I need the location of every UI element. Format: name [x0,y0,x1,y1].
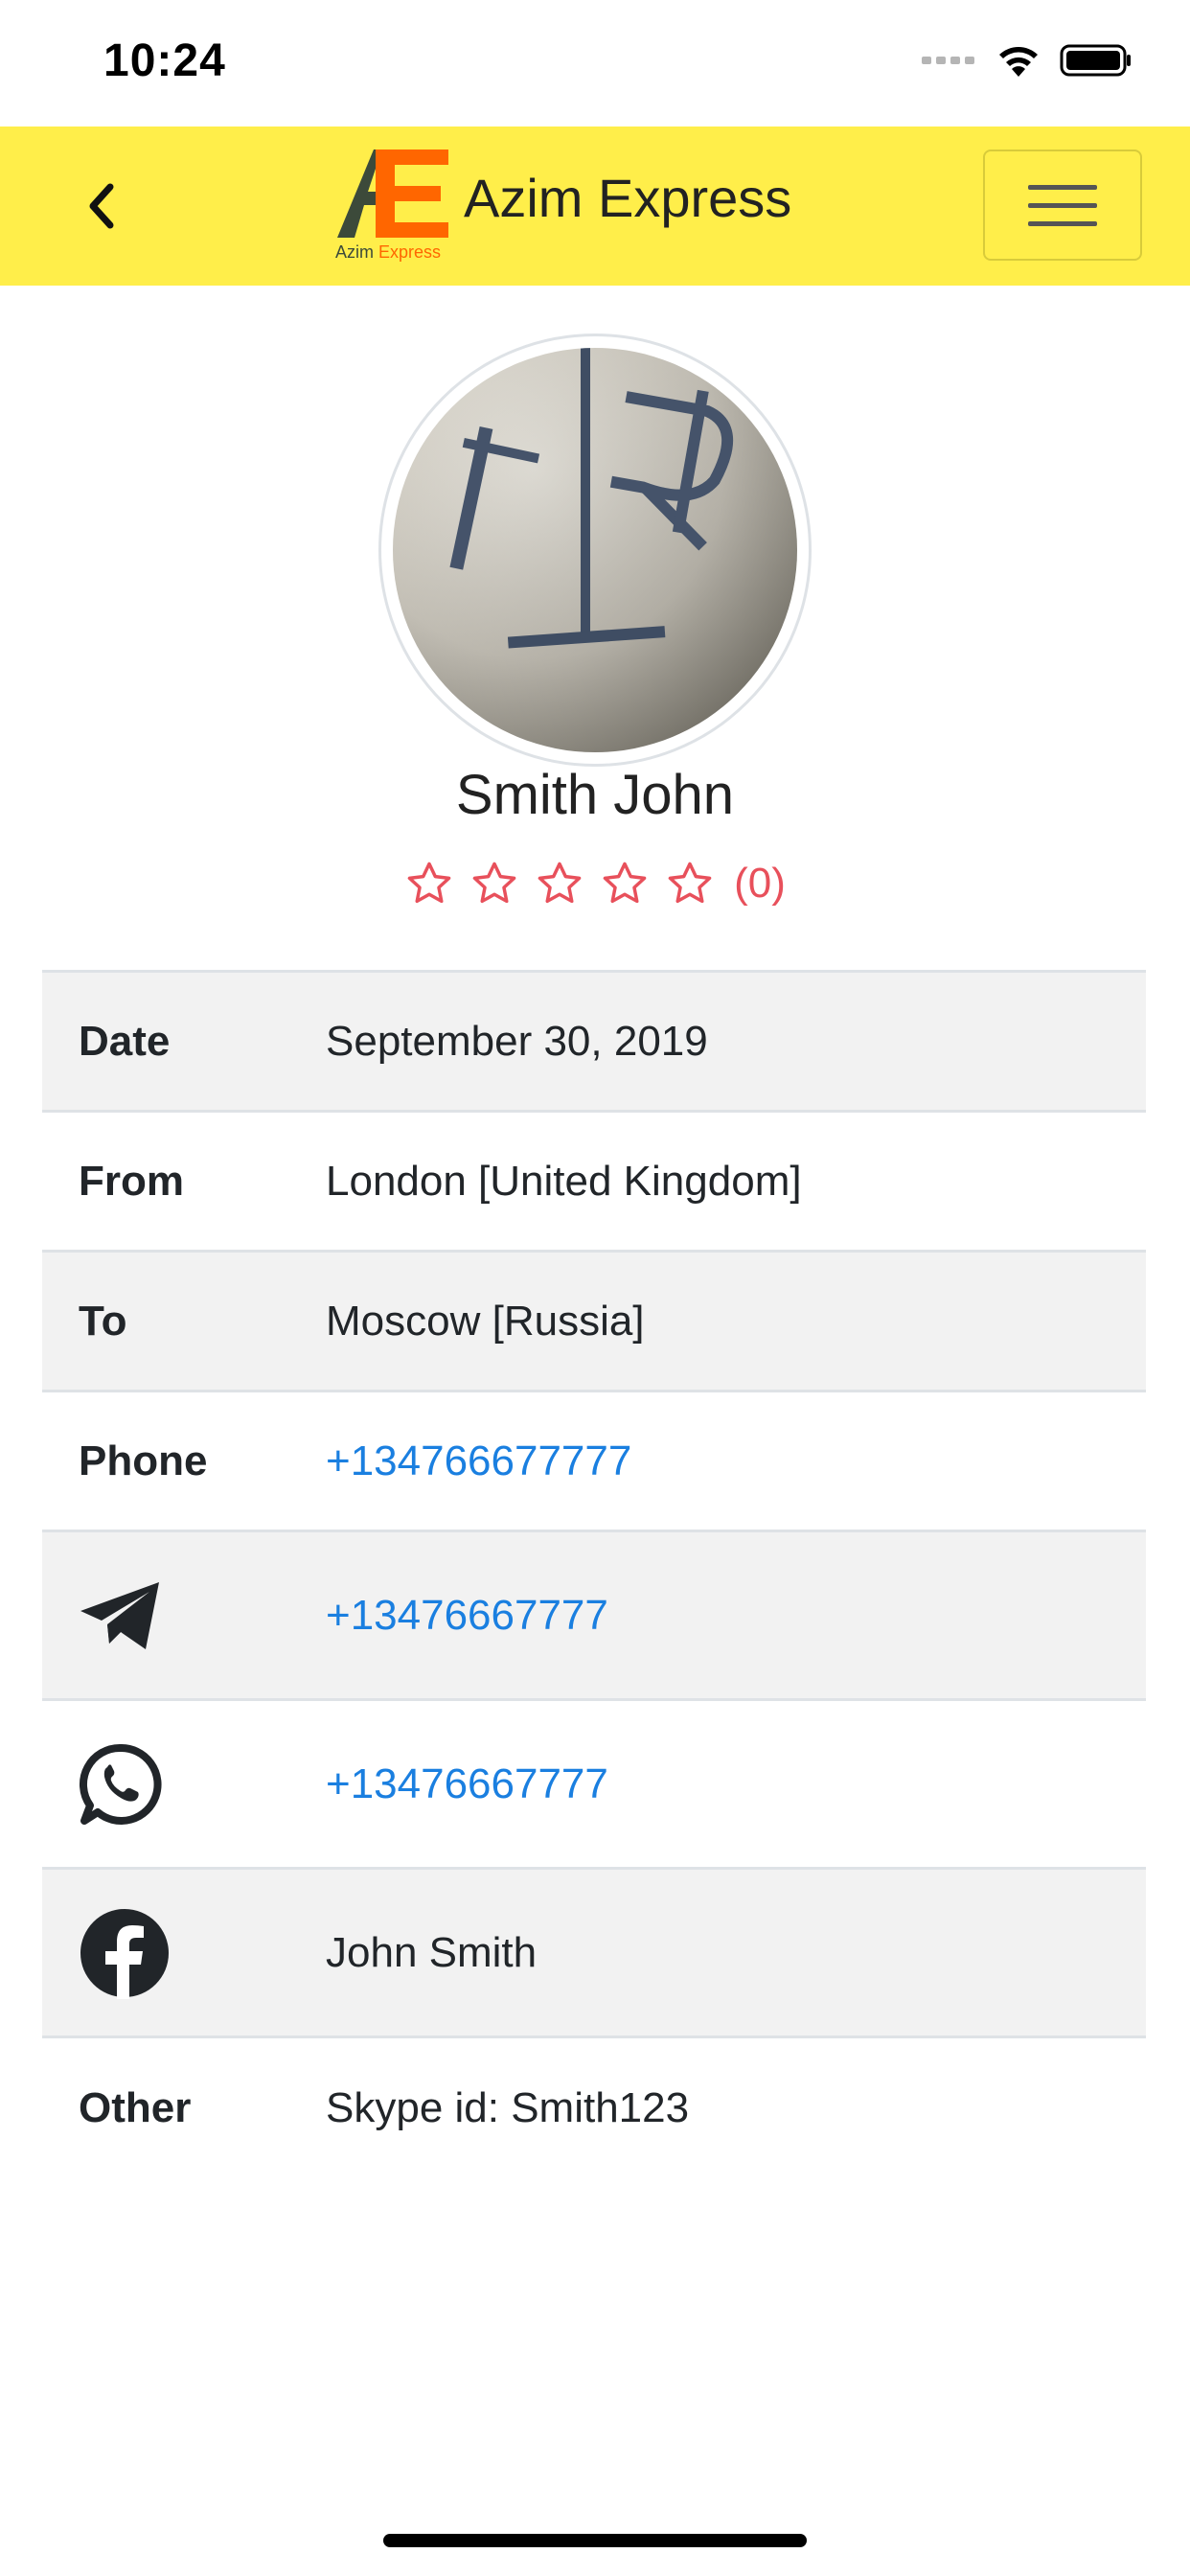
date-value: September 30, 2019 [326,1017,708,1065]
row-phone: Phone +134766677777 [42,1392,1146,1532]
row-other: Other Skype id: Smith123 [42,2038,1146,2178]
brand-logo: Azim Express [332,146,456,270]
status-icons [922,42,1133,79]
rating-count: (0) [734,860,786,907]
profile-name: Smith John [455,764,735,826]
avatar[interactable] [393,348,797,752]
brand-logo-caption-part2: Express [378,242,442,262]
status-time: 10:24 [103,35,226,86]
facebook-icon [80,1908,169,1999]
star-outline-icon [603,862,647,904]
brand-logo-caption-part1: Azim [335,242,374,262]
star-outline-icon [668,862,712,904]
star-outline-icon [407,862,451,904]
other-value: Skype id: Smith123 [326,2084,690,2131]
hamburger-bar [1028,220,1097,226]
rating[interactable]: (0) [0,859,1190,908]
facebook-value[interactable]: John Smith [326,1929,1146,1977]
star-outline-icon [538,862,582,904]
phone-label: Phone [79,1437,208,1484]
hamburger-bar [1028,202,1097,208]
whatsapp-label [42,1742,326,1827]
row-telegram: +13476667777 [42,1532,1146,1701]
row-facebook: John Smith [42,1870,1146,2038]
avatar-photo [393,348,797,752]
brand-logo-caption: Azim Express [335,243,441,261]
home-indicator[interactable] [383,2534,807,2547]
battery-icon [1060,44,1131,77]
chevron-left-icon [89,183,114,229]
whatsapp-link[interactable]: +13476667777 [326,1760,1146,1808]
from-label: From [79,1157,184,1205]
whatsapp-icon [79,1743,162,1825]
telegram-label [42,1580,326,1651]
status-bar: 10:24 [0,0,1190,126]
details-table: Date September 30, 2019 From London [Uni… [42,970,1146,2178]
cellular-signal-icon [922,57,974,64]
phone-link[interactable]: +134766677777 [326,1438,1146,1485]
row-to: To Moscow [Russia] [42,1253,1146,1392]
star-outline-icon [472,862,516,904]
telegram-icon [80,1581,159,1649]
facebook-label [42,1907,326,1999]
azim-express-logo-icon [337,150,448,238]
hamburger-bar [1028,184,1097,190]
brand-name: Azim Express [464,168,792,228]
date-label: Date [79,1017,171,1065]
to-value: Moscow [Russia] [326,1297,645,1345]
row-date: Date September 30, 2019 [42,973,1146,1113]
other-label: Other [79,2084,192,2131]
row-whatsapp: +13476667777 [42,1701,1146,1870]
telegram-link[interactable]: +13476667777 [326,1592,1146,1640]
wifi-icon [999,47,1038,77]
brand[interactable]: Azim Express Azim Express [332,146,791,270]
hamburger-menu-button[interactable] [983,150,1142,261]
to-label: To [79,1297,127,1345]
back-button[interactable] [73,174,130,238]
row-from: From London [United Kingdom] [42,1113,1146,1253]
app-header: Azim Express Azim Express [0,126,1190,286]
from-value: London [United Kingdom] [326,1157,802,1205]
avatar-frame [378,334,812,767]
